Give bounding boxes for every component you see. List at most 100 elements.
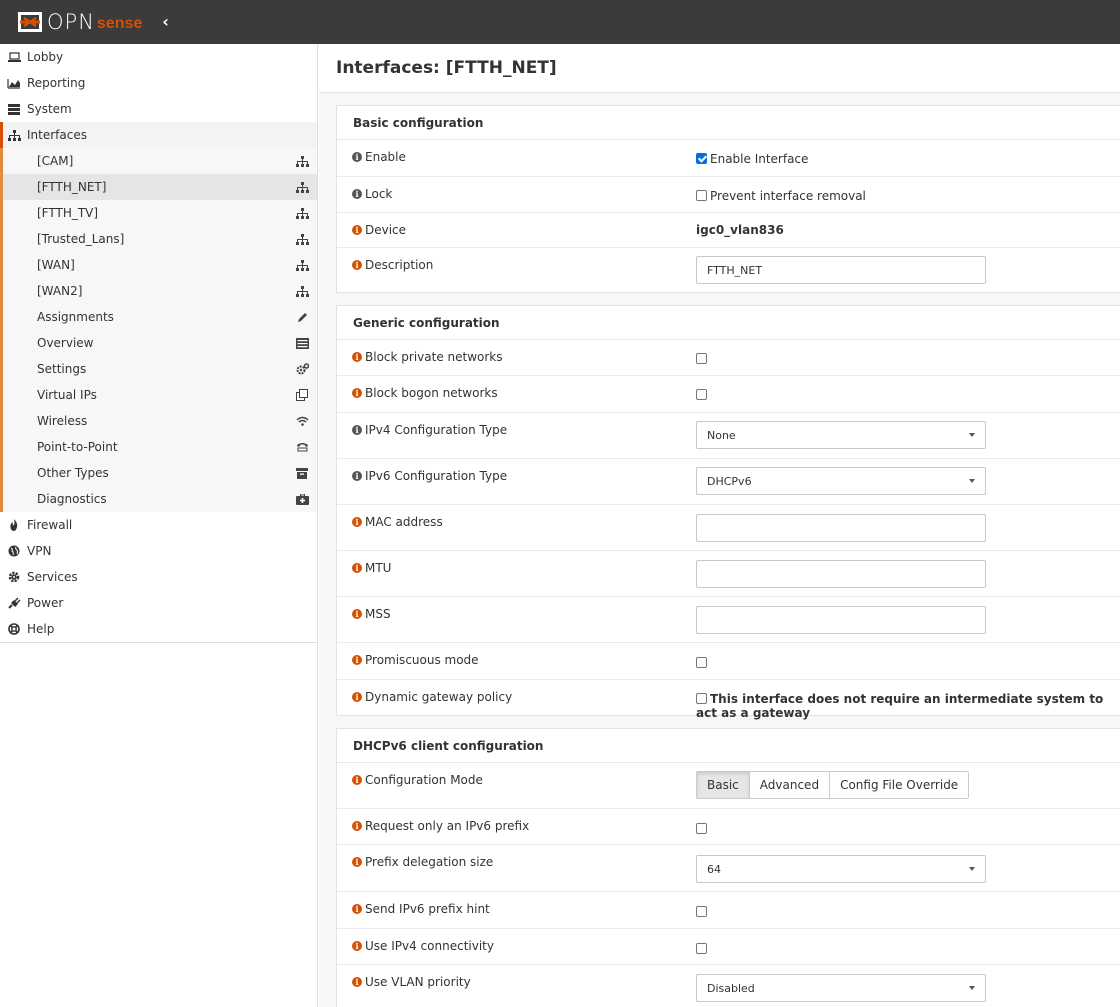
sidebar-subitem-wan2[interactable]: [WAN2] — [3, 278, 317, 304]
info-icon[interactable]: i — [352, 425, 362, 435]
sidebar-item-lobby[interactable]: Lobby — [0, 44, 317, 70]
tasks-icon — [295, 336, 309, 350]
info-icon[interactable]: i — [352, 152, 362, 162]
cog-icon — [7, 570, 21, 584]
clone-icon — [295, 388, 309, 402]
plug-icon — [7, 596, 21, 610]
field-label: Block bogon networks — [365, 386, 498, 400]
info-icon[interactable]: i — [352, 225, 362, 235]
info-icon[interactable]: i — [352, 471, 362, 481]
sidebar-subitem-diagnostics[interactable]: Diagnostics — [3, 486, 317, 512]
prefix-delegation-select[interactable]: 64 — [696, 855, 986, 883]
generic-configuration-panel: Generic configuration i Block private net… — [336, 305, 1120, 720]
info-icon[interactable]: i — [352, 977, 362, 987]
sidebar-subitem-label: [FTTH_TV] — [37, 206, 99, 220]
mac-address-input[interactable] — [696, 514, 986, 542]
sidebar-subitem-overview[interactable]: Overview — [3, 330, 317, 356]
vlan-priority-row: i Use VLAN priority Disabled — [337, 965, 1120, 1007]
info-icon[interactable]: i — [352, 821, 362, 831]
sidebar-item-power[interactable]: Power — [0, 590, 317, 616]
description-input[interactable]: FTTH_NET — [696, 256, 986, 284]
configuration-mode-button-group: Basic Advanced Config File Override — [696, 771, 970, 799]
mss-input[interactable] — [696, 606, 986, 634]
sidebar-item-system[interactable]: System — [0, 96, 317, 122]
block-bogon-checkbox[interactable] — [696, 389, 707, 400]
medkit-icon — [295, 492, 309, 506]
ipv6-type-select[interactable]: DHCPv6 — [696, 467, 986, 495]
prevent-removal-checkbox[interactable] — [696, 190, 707, 201]
sidebar-collapse-chevron-icon[interactable]: ‹ — [162, 0, 169, 44]
info-icon[interactable]: i — [352, 352, 362, 362]
field-label: Prefix delegation size — [365, 855, 494, 869]
caret-down-icon — [969, 433, 975, 437]
info-icon[interactable]: i — [352, 388, 362, 398]
sidebar-subitem-wan[interactable]: [WAN] — [3, 252, 317, 278]
field-label: MTU — [365, 561, 392, 575]
life-ring-icon — [7, 622, 21, 636]
sidebar-subitem-trusted-lans[interactable]: [Trusted_Lans] — [3, 226, 317, 252]
page-title: Interfaces: [FTTH_NET] — [336, 58, 557, 78]
sidebar-item-services[interactable]: Services — [0, 564, 317, 590]
mode-override-button[interactable]: Config File Override — [829, 771, 970, 799]
info-icon[interactable]: i — [352, 189, 362, 199]
use-ipv4-checkbox[interactable] — [696, 943, 707, 954]
info-icon[interactable]: i — [352, 692, 362, 702]
promiscuous-row: i Promiscuous mode — [337, 643, 1120, 680]
opnsense-logo[interactable]: OPN sense — [18, 0, 142, 44]
mtu-input[interactable] — [696, 560, 986, 588]
sidebar-subitem-label: Other Types — [37, 466, 109, 480]
block-private-checkbox[interactable] — [696, 353, 707, 364]
sidebar-subitem-assignments[interactable]: Assignments — [3, 304, 317, 330]
info-icon[interactable]: i — [352, 563, 362, 573]
sidebar-item-label: Power — [27, 596, 64, 610]
sidebar-item-interfaces[interactable]: Interfaces — [0, 122, 317, 148]
vlan-priority-select[interactable]: Disabled — [696, 974, 986, 1002]
info-icon[interactable]: i — [352, 775, 362, 785]
sidebar-subitem-settings[interactable]: Settings — [3, 356, 317, 382]
sidebar-subitem-point-to-point[interactable]: Point-to-Point — [3, 434, 317, 460]
sidebar-subitem-ftth-tv[interactable]: [FTTH_TV] — [3, 200, 317, 226]
info-icon[interactable]: i — [352, 517, 362, 527]
sidebar-item-firewall[interactable]: Firewall — [0, 512, 317, 538]
select-value: 64 — [707, 862, 721, 876]
sidebar: Lobby Reporting System Interfaces [CAM] … — [0, 44, 318, 1007]
archive-icon — [295, 466, 309, 480]
prefix-hint-checkbox[interactable] — [696, 906, 707, 917]
cogs-icon — [295, 362, 309, 376]
enable-interface-checkbox[interactable] — [696, 153, 707, 164]
info-icon[interactable]: i — [352, 655, 362, 665]
sidebar-subitem-other-types[interactable]: Other Types — [3, 460, 317, 486]
promiscuous-checkbox[interactable] — [696, 657, 707, 668]
sidebar-subitem-cam[interactable]: [CAM] — [3, 148, 317, 174]
sidebar-item-reporting[interactable]: Reporting — [0, 70, 317, 96]
device-row: i Device igc0_vlan836 — [337, 213, 1120, 248]
info-icon[interactable]: i — [352, 260, 362, 270]
dhcpv6-client-panel: DHCPv6 client configuration i Configurati… — [336, 728, 1120, 1007]
prefix-delegation-row: i Prefix delegation size 64 — [337, 845, 1120, 892]
mode-advanced-button[interactable]: Advanced — [748, 771, 831, 799]
info-icon[interactable]: i — [352, 857, 362, 867]
sidebar-item-help[interactable]: Help — [0, 616, 317, 642]
info-icon[interactable]: i — [352, 904, 362, 914]
mode-basic-button[interactable]: Basic — [696, 771, 750, 799]
sidebar-subitem-label: [WAN] — [37, 258, 75, 272]
ipv6-type-row: i IPv6 Configuration Type DHCPv6 — [337, 459, 1120, 505]
sidebar-subitem-virtual-ips[interactable]: Virtual IPs — [3, 382, 317, 408]
ipv4-type-select[interactable]: None — [696, 421, 986, 449]
caret-down-icon — [969, 986, 975, 990]
mss-row: i MSS — [337, 597, 1120, 643]
lock-row: i Lock Prevent interface removal — [337, 177, 1120, 213]
sidebar-subitem-wireless[interactable]: Wireless — [3, 408, 317, 434]
info-icon[interactable]: i — [352, 609, 362, 619]
configuration-mode-row: i Configuration Mode Basic Advanced Confi… — [337, 763, 1120, 809]
sidebar-subitem-label: [CAM] — [37, 154, 74, 168]
sidebar-item-label: Reporting — [27, 76, 86, 90]
field-label: Device — [365, 223, 407, 237]
sidebar-subitem-label: Settings — [37, 362, 87, 376]
field-label: MAC address — [365, 515, 443, 529]
sidebar-subitem-ftth-net[interactable]: [FTTH_NET] — [3, 174, 317, 200]
dynamic-gateway-checkbox[interactable] — [696, 693, 707, 704]
sidebar-item-vpn[interactable]: VPN — [0, 538, 317, 564]
prefix-only-checkbox[interactable] — [696, 823, 707, 834]
info-icon[interactable]: i — [352, 941, 362, 951]
